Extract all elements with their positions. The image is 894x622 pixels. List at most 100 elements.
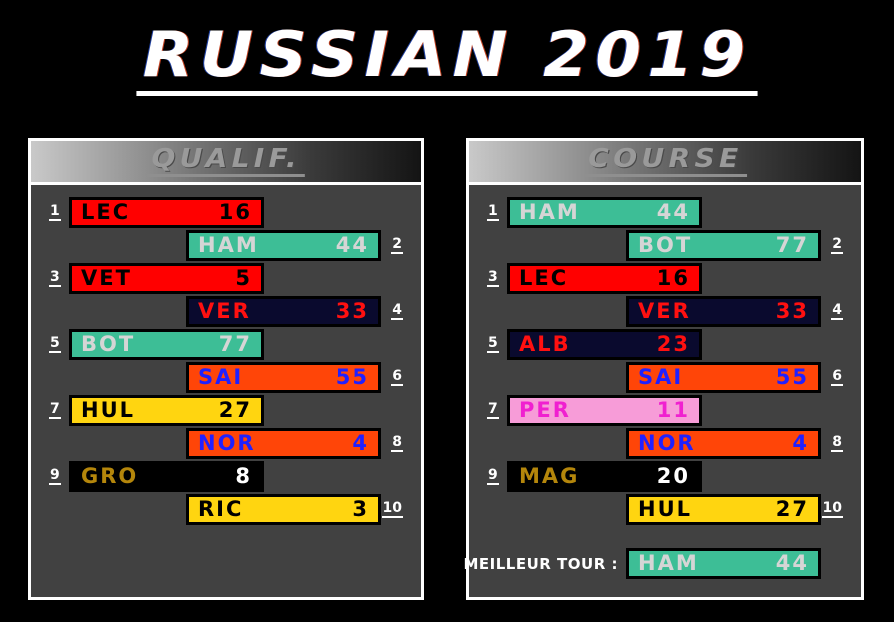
course-driver-bar[interactable]: SAI 55 [626, 362, 821, 393]
qualif-driver-bar[interactable]: VER 33 [186, 296, 381, 327]
driver-code: SAI [638, 365, 684, 389]
position-number: 7 [49, 401, 61, 420]
driver-code: VER [638, 299, 691, 323]
race-panel-header: COURSE [469, 141, 861, 185]
result-row: 4 VER 33 [31, 296, 421, 327]
result-row: 2 BOT 77 [469, 230, 861, 261]
course-driver-bar[interactable]: ALB 23 [507, 329, 702, 360]
driver-code: HUL [638, 497, 693, 521]
position-number: 8 [831, 434, 843, 453]
qualif-driver-bar[interactable]: RIC 3 [186, 494, 381, 525]
qualifying-panel-header: QUALIF. [31, 141, 421, 185]
driver-number: 55 [335, 365, 369, 389]
result-row: 5 ALB 23 [469, 329, 861, 360]
driver-code: LEC [519, 266, 569, 290]
result-row: 3 LEC 16 [469, 263, 861, 294]
position-number: 8 [391, 434, 403, 453]
course-driver-bar[interactable]: LEC 16 [507, 263, 702, 294]
result-row: 7 HUL 27 [31, 395, 421, 426]
qualif-driver-bar[interactable]: HAM 44 [186, 230, 381, 261]
driver-code: HUL [81, 398, 136, 422]
course-driver-bar[interactable]: PER 11 [507, 395, 702, 426]
result-row: 2 HAM 44 [31, 230, 421, 261]
driver-number: 4 [352, 431, 369, 455]
course-driver-bar[interactable]: HAM 44 [507, 197, 702, 228]
driver-number: 20 [656, 464, 690, 488]
page-title: RUSSIAN 2019 [136, 22, 758, 97]
driver-code: PER [519, 398, 571, 422]
result-row: 9 GRO 8 [31, 461, 421, 492]
driver-code: BOT [638, 233, 693, 257]
result-row: 5 BOT 77 [31, 329, 421, 360]
driver-code: VER [198, 299, 251, 323]
driver-number: 11 [656, 398, 690, 422]
qualif-driver-bar[interactable]: VET 5 [69, 263, 264, 294]
driver-code: NOR [638, 431, 696, 455]
driver-number: 8 [235, 464, 252, 488]
driver-code: HAM [198, 233, 259, 257]
driver-number: 44 [775, 551, 809, 575]
driver-number: 23 [656, 332, 690, 356]
position-number: 10 [381, 500, 403, 519]
result-row: 9 MAG 20 [469, 461, 861, 492]
position-number: 6 [831, 368, 843, 387]
result-row: 10 HUL 27 [469, 494, 861, 525]
driver-number: 16 [656, 266, 690, 290]
race-header-label: COURSE [583, 145, 747, 178]
result-row: 4 VER 33 [469, 296, 861, 327]
result-row: 7 PER 11 [469, 395, 861, 426]
driver-number: 16 [218, 200, 252, 224]
position-number: 4 [391, 302, 403, 321]
position-number: 9 [49, 467, 61, 486]
result-row: 8 NOR 4 [469, 428, 861, 459]
result-row: 6 SAI 55 [31, 362, 421, 393]
driver-code: RIC [198, 497, 244, 521]
position-number: 5 [487, 335, 499, 354]
qualifying-rows: 1 LEC 16 2 HAM 44 3 VET 5 4 VER 33 5 BOT 77 6 SAI 55 7 HUL 2… [31, 185, 421, 597]
result-row: 1 HAM 44 [469, 197, 861, 228]
qualif-driver-bar[interactable]: BOT 77 [69, 329, 264, 360]
fastest-lap: MEILLEUR TOUR : HAM 44 [463, 548, 821, 579]
driver-code: HAM [638, 551, 699, 575]
driver-number: 44 [335, 233, 369, 257]
course-driver-bar[interactable]: BOT 77 [626, 230, 821, 261]
driver-code: LEC [81, 200, 131, 224]
race-rows: 1 HAM 44 2 BOT 77 3 LEC 16 4 VER 33 5 ALB 23 6 SAI 55 7 PER… [463, 185, 861, 597]
qualif-driver-bar[interactable]: NOR 4 [186, 428, 381, 459]
position-number: 4 [831, 302, 843, 321]
driver-code: BOT [81, 332, 136, 356]
driver-code: GRO [81, 464, 139, 488]
qualif-driver-bar[interactable]: LEC 16 [69, 197, 264, 228]
driver-code: HAM [519, 200, 580, 224]
position-number: 2 [831, 236, 843, 255]
course-driver-bar[interactable]: VER 33 [626, 296, 821, 327]
driver-number: 33 [335, 299, 369, 323]
qualif-driver-bar[interactable]: HUL 27 [69, 395, 264, 426]
driver-number: 27 [218, 398, 252, 422]
fastest-lap-driver-bar[interactable]: HAM 44 [626, 548, 821, 579]
position-number: 6 [391, 368, 403, 387]
fastest-lap-label: MEILLEUR TOUR : [463, 554, 618, 573]
course-driver-bar[interactable]: MAG 20 [507, 461, 702, 492]
driver-number: 44 [656, 200, 690, 224]
qualif-driver-bar[interactable]: SAI 55 [186, 362, 381, 393]
position-number: 10 [821, 500, 843, 519]
course-driver-bar[interactable]: NOR 4 [626, 428, 821, 459]
position-number: 2 [391, 236, 403, 255]
driver-number: 3 [352, 497, 369, 521]
position-number: 1 [49, 203, 61, 222]
driver-number: 4 [792, 431, 809, 455]
position-number: 7 [487, 401, 499, 420]
position-number: 1 [487, 203, 499, 222]
result-row: 8 NOR 4 [31, 428, 421, 459]
result-row: 3 VET 5 [31, 263, 421, 294]
position-number: 3 [49, 269, 61, 288]
results-screen: RUSSIAN 2019 QUALIF. 1 LEC 16 2 HAM 44 3 VET 5 4 V… [0, 0, 894, 622]
course-driver-bar[interactable]: HUL 27 [626, 494, 821, 525]
position-number: 9 [487, 467, 499, 486]
driver-number: 77 [775, 233, 809, 257]
qualif-driver-bar[interactable]: GRO 8 [69, 461, 264, 492]
driver-code: VET [81, 266, 132, 290]
driver-code: SAI [198, 365, 244, 389]
driver-number: 77 [218, 332, 252, 356]
